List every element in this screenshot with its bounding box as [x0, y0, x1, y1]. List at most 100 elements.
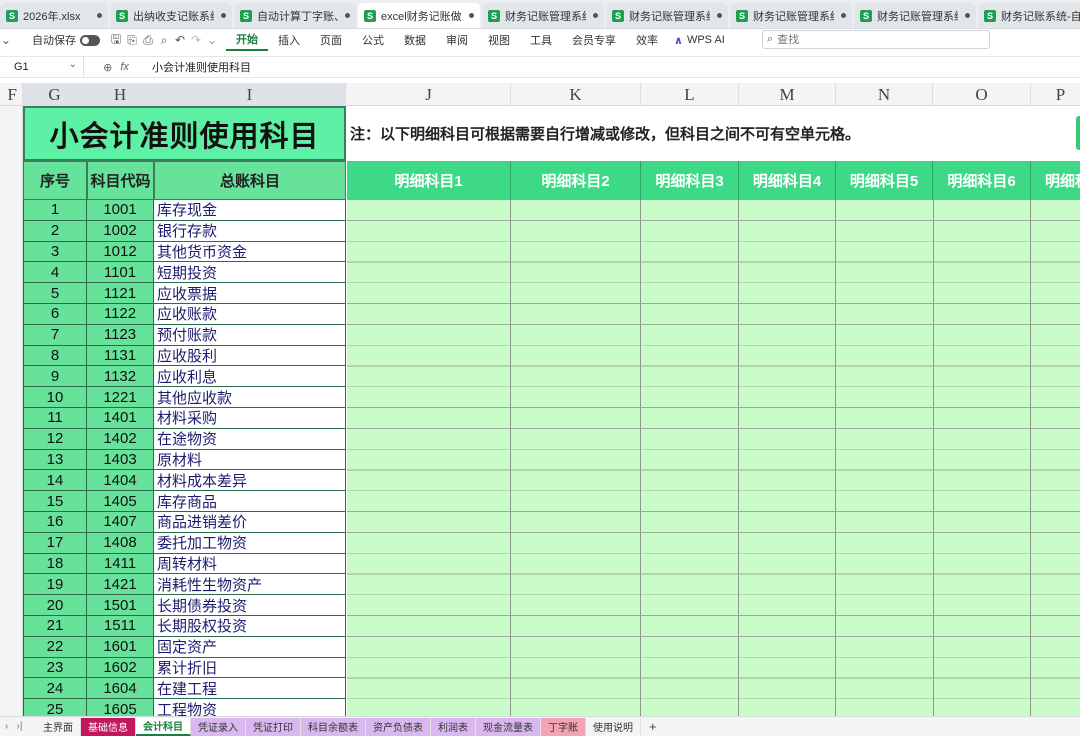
- table-row[interactable]: 1 1001 库存现金: [23, 200, 346, 221]
- seq-cell[interactable]: 11: [23, 408, 87, 429]
- sheet-title-cell[interactable]: 小会计准则使用科目: [23, 106, 346, 161]
- seq-cell[interactable]: 5: [23, 283, 87, 304]
- account-name-cell[interactable]: 应收账款: [154, 304, 346, 325]
- account-name-cell[interactable]: 周转材料: [154, 553, 346, 575]
- sheet-tab[interactable]: 使用说明: [586, 717, 641, 736]
- seq-cell[interactable]: 18: [23, 553, 87, 575]
- header-account-name[interactable]: 总账科目: [154, 161, 346, 200]
- name-box[interactable]: G1 ⌄: [0, 57, 84, 77]
- table-row[interactable]: 4 1101 短期投资: [23, 262, 346, 284]
- seq-cell[interactable]: 16: [23, 512, 87, 533]
- code-cell[interactable]: 1001: [87, 200, 154, 221]
- code-cell[interactable]: 1601: [87, 636, 154, 658]
- table-row[interactable]: 8 1131 应收股利: [23, 345, 346, 367]
- close-icon[interactable]: [717, 13, 722, 18]
- code-cell[interactable]: 1131: [87, 345, 154, 367]
- code-cell[interactable]: 1221: [87, 387, 154, 408]
- column-header[interactable]: N: [836, 83, 933, 106]
- sheet-tab[interactable]: 主界面: [36, 717, 81, 736]
- close-icon[interactable]: [841, 13, 846, 18]
- code-cell[interactable]: 1501: [87, 595, 154, 616]
- column-header[interactable]: F: [0, 83, 23, 106]
- add-sheet-button[interactable]: +: [641, 719, 665, 734]
- code-cell[interactable]: 1405: [87, 491, 154, 512]
- table-row[interactable]: 10 1221 其他应收款: [23, 387, 346, 408]
- account-name-cell[interactable]: 材料采购: [154, 408, 346, 429]
- table-row[interactable]: 14 1404 材料成本差异: [23, 470, 346, 492]
- close-icon[interactable]: [221, 13, 226, 18]
- account-name-cell[interactable]: 库存商品: [154, 491, 346, 512]
- account-name-cell[interactable]: 预付账款: [154, 324, 346, 346]
- account-name-cell[interactable]: 库存现金: [154, 200, 346, 221]
- account-name-cell[interactable]: 应收股利: [154, 345, 346, 367]
- code-cell[interactable]: 1122: [87, 304, 154, 325]
- column-header[interactable]: K: [511, 83, 641, 106]
- account-name-cell[interactable]: 在建工程: [154, 678, 346, 700]
- export-icon[interactable]: ⎘: [124, 33, 140, 48]
- table-row[interactable]: 2 1002 银行存款: [23, 220, 346, 242]
- seq-cell[interactable]: 4: [23, 262, 87, 284]
- code-cell[interactable]: 1123: [87, 324, 154, 346]
- seq-cell[interactable]: 19: [23, 574, 87, 596]
- menu-item[interactable]: 会员专享: [562, 29, 626, 51]
- print-icon[interactable]: ⎙: [140, 33, 156, 48]
- sheet-tab[interactable]: 科目余额表: [301, 717, 366, 736]
- autosave-toggle[interactable]: 自动保存: [32, 29, 100, 51]
- table-row[interactable]: 19 1421 消耗性生物资产: [23, 574, 346, 596]
- note-cell[interactable]: 注：以下明细科目可根据需要自行增减或修改，但科目之间不可有空单元格。: [348, 106, 1080, 161]
- table-row[interactable]: 15 1405 库存商品: [23, 491, 346, 512]
- account-name-cell[interactable]: 长期债券投资: [154, 595, 346, 616]
- sheet-tab[interactable]: 利润表: [431, 717, 476, 736]
- detail-header[interactable]: 明细科目4: [739, 161, 836, 200]
- menu-item[interactable]: 插入: [268, 29, 310, 51]
- seq-cell[interactable]: 15: [23, 491, 87, 512]
- table-row[interactable]: 3 1012 其他货币资金: [23, 241, 346, 263]
- table-row[interactable]: 13 1403 原材料: [23, 449, 346, 471]
- seq-cell[interactable]: 24: [23, 678, 87, 700]
- account-name-cell[interactable]: 应收利息: [154, 366, 346, 388]
- table-row[interactable]: 12 1402 在途物资: [23, 428, 346, 450]
- table-row[interactable]: 11 1401 材料采购: [23, 408, 346, 429]
- zoom-icon[interactable]: ⊕: [103, 61, 112, 74]
- account-name-cell[interactable]: 材料成本差异: [154, 470, 346, 492]
- code-cell[interactable]: 1404: [87, 470, 154, 492]
- table-row[interactable]: 6 1122 应收账款: [23, 304, 346, 325]
- close-icon[interactable]: [965, 13, 970, 18]
- menu-item[interactable]: 公式: [352, 29, 394, 51]
- table-row[interactable]: 22 1601 固定资产: [23, 636, 346, 658]
- seq-cell[interactable]: 23: [23, 657, 87, 679]
- column-header[interactable]: M: [739, 83, 836, 106]
- account-name-cell[interactable]: 其他应收款: [154, 387, 346, 408]
- code-cell[interactable]: 1605: [87, 699, 154, 716]
- sheet-tab[interactable]: 凭证录入: [191, 717, 246, 736]
- document-tab[interactable]: S 财务记账管理系统.x: [854, 3, 976, 28]
- code-cell[interactable]: 1002: [87, 220, 154, 242]
- seq-cell[interactable]: 7: [23, 324, 87, 346]
- seq-cell[interactable]: 17: [23, 532, 87, 554]
- chevron-down-icon[interactable]: ⌄: [0, 33, 12, 47]
- prev-sheet-icon[interactable]: ›: [0, 721, 13, 732]
- document-tab[interactable]: S 财务记账管理系统（: [606, 3, 728, 28]
- table-row[interactable]: 17 1408 委托加工物资: [23, 532, 346, 554]
- search-box[interactable]: ⌕: [762, 30, 990, 49]
- seq-cell[interactable]: 9: [23, 366, 87, 388]
- code-cell[interactable]: 1132: [87, 366, 154, 388]
- account-name-cell[interactable]: 短期投资: [154, 262, 346, 284]
- sheet-tab[interactable]: 凭证打印: [246, 717, 301, 736]
- account-name-cell[interactable]: 累计折旧: [154, 657, 346, 679]
- seq-cell[interactable]: 12: [23, 428, 87, 450]
- table-row[interactable]: 20 1501 长期债券投资: [23, 595, 346, 616]
- table-row[interactable]: 25 1605 工程物资: [23, 699, 346, 716]
- formula-input[interactable]: 小会计准则使用科目: [148, 59, 251, 75]
- last-sheet-icon[interactable]: ›|: [13, 721, 26, 732]
- detail-header[interactable]: 明细科目5: [836, 161, 933, 200]
- account-name-cell[interactable]: 应收票据: [154, 283, 346, 304]
- close-icon[interactable]: [469, 13, 474, 18]
- table-row[interactable]: 21 1511 长期股权投资: [23, 616, 346, 637]
- code-cell[interactable]: 1602: [87, 657, 154, 679]
- table-row[interactable]: 5 1121 应收票据: [23, 283, 346, 304]
- document-tab[interactable]: S 财务记账系统-自动: [978, 3, 1080, 28]
- table-row[interactable]: 7 1123 预付账款: [23, 324, 346, 346]
- chevron-down-icon[interactable]: ⌄: [69, 59, 77, 70]
- document-tab[interactable]: S 自动计算丁字账、余: [234, 3, 356, 28]
